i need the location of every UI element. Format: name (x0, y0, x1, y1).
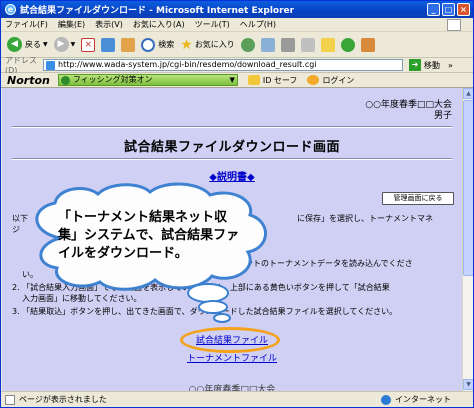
divider (12, 158, 452, 160)
go-arrow-icon: ➜ (409, 59, 421, 71)
scroll-down-icon[interactable]: ▼ (463, 379, 473, 390)
favorites-label: お気に入り (194, 40, 235, 49)
id-safe-button[interactable]: ID セーフ (247, 75, 298, 86)
star-icon: ★ (180, 36, 193, 53)
menu-view[interactable]: 表示(V) (95, 19, 123, 30)
id-safe-label: ID セーフ (262, 75, 298, 85)
callout-text: 「トーナメント結果ネット収集」システムで、試合結果ファイルをダウンロード。 (58, 210, 240, 261)
page-title: 試合結果ファイルダウンロード画面 (123, 140, 340, 155)
address-input[interactable]: http://www.wada-system.jp/cgi-bin/resdem… (43, 59, 403, 71)
links-chevron[interactable]: » (448, 61, 453, 70)
menu-tools[interactable]: ツール(T) (195, 19, 230, 30)
menu-edit[interactable]: 編集(E) (58, 19, 85, 30)
home-button[interactable] (121, 37, 136, 52)
refresh-icon (101, 37, 116, 52)
history-button[interactable] (240, 37, 255, 52)
search-label: 検索 (158, 40, 175, 49)
instruction-step-3: 3. 「結果取込」ボタンを押し、出てきた画面で、ダウンロードした試合結果ファイル… (12, 307, 398, 316)
instruction-text-a-right: に保存」を選択し、トーナメントマネ (297, 214, 433, 223)
zone-label: インターネット (395, 395, 451, 404)
menu-favorites[interactable]: お気に入り(A) (133, 19, 185, 30)
stop-button[interactable]: × (81, 37, 96, 52)
phishing-protection-dropdown[interactable]: フィッシング対策オン ▼ (57, 74, 238, 86)
back-arrow-icon: ◀ (7, 37, 22, 52)
go-label: 移動 (424, 60, 440, 70)
chevron-down-icon: ▼ (43, 41, 48, 48)
stop-icon: × (81, 37, 96, 52)
vertical-scrollbar[interactable]: ▲ ▼ (462, 88, 473, 391)
forward-arrow-icon: ▶ (53, 37, 69, 52)
mail-button[interactable] (260, 37, 275, 52)
menu-bar: ファイル(F) 編集(E) 表示(V) お気に入り(A) ツール(T) ヘルプ(… (1, 18, 473, 32)
title-bar: e 試合結果ファイルダウンロード - Microsoft Internet Ex… (1, 1, 473, 18)
instruction-step-2b: 入力画面」に移動してください。 (22, 294, 142, 303)
highlight-oval (180, 327, 280, 353)
notes-button[interactable] (320, 37, 335, 52)
status-text: ページが表示されました (19, 395, 107, 404)
instruction-text-a-left: 以下 (12, 214, 28, 223)
instruction-text-b-left: ジ (12, 225, 20, 234)
manual-link[interactable]: ◆説明書◆ (2, 168, 462, 183)
login-icon (307, 75, 320, 85)
home-icon (121, 37, 136, 52)
close-button[interactable]: × (457, 3, 470, 16)
page-icon (46, 61, 55, 70)
back-button[interactable]: ◀ 戻る ▼ (7, 37, 48, 52)
edit-button[interactable] (300, 37, 315, 52)
phishing-label: フィッシング対策オン (72, 75, 153, 84)
address-bar: アドレス(D) http://www.wada-system.jp/cgi-bi… (1, 56, 473, 75)
login-button[interactable]: ログイン (307, 75, 354, 86)
print-icon (280, 37, 295, 52)
history-icon (240, 37, 255, 52)
instruction-step-2: 2. 「試合結果入力画面」でない画面を表示している場合は、上部にある黄色いボタン… (12, 283, 390, 292)
messenger-icon (340, 37, 355, 52)
tournament-line-2: 男子 (433, 111, 452, 121)
messenger-button[interactable] (340, 37, 355, 52)
edit-icon (300, 37, 315, 52)
back-label: 戻る (25, 40, 41, 49)
menu-help[interactable]: ヘルプ(H) (240, 19, 276, 30)
norton-logo: Norton (7, 73, 50, 87)
tournament-name: ○○年度春季□□大会 男子 (365, 100, 452, 122)
address-url: http://www.wada-system.jp/cgi-bin/resdem… (58, 60, 317, 69)
instruction-text-c-right: メントのトーナメントデータを読み込んでくださ (237, 259, 413, 268)
chevron-down-icon: ▼ (70, 41, 76, 48)
search-button[interactable]: 検索 (141, 37, 175, 52)
minimize-button[interactable]: _ (427, 3, 440, 16)
toolbar: ◀ 戻る ▼ ▶ ▼ × 検索 ★ お気に入り (1, 32, 473, 58)
check-icon (60, 76, 70, 85)
search-icon (141, 37, 156, 52)
id-safe-icon (247, 75, 260, 85)
maximize-button[interactable]: □ (442, 3, 455, 16)
security-zone: インターネット (381, 394, 451, 405)
scroll-thumb[interactable] (463, 100, 473, 276)
go-button[interactable]: ➜ 移動 (409, 59, 440, 71)
refresh-button[interactable] (101, 37, 116, 52)
print-button[interactable] (280, 37, 295, 52)
norton-toolbar: Norton フィッシング対策オン ▼ ID セーフ ログイン (1, 73, 473, 88)
footer-tournament-name: ○○年度春季□□大会 (188, 385, 276, 391)
menu-file[interactable]: ファイル(F) (5, 19, 48, 30)
windows-flag-icon (447, 19, 461, 31)
divider (12, 126, 452, 128)
tournament-line-1: ○○年度春季□□大会 (365, 100, 452, 110)
status-bar: ページが表示されました インターネット (1, 391, 473, 407)
back-to-admin-button[interactable]: 管理画面に戻る (382, 192, 454, 205)
forward-button[interactable]: ▶ ▼ (53, 37, 76, 52)
chevron-down-icon: ▼ (229, 76, 235, 84)
instruction-text-c-tail: い。 (22, 270, 38, 279)
mail-icon (260, 37, 275, 52)
research-button[interactable] (360, 37, 375, 52)
scroll-up-icon[interactable]: ▲ (463, 88, 473, 99)
notes-icon (320, 37, 335, 52)
page-done-icon (5, 394, 15, 405)
login-label: ログイン (322, 75, 355, 85)
window-title: 試合結果ファイルダウンロード - Microsoft Internet Expl… (20, 6, 295, 16)
ie-icon: e (5, 4, 16, 15)
favorites-button[interactable]: ★ お気に入り (180, 37, 235, 53)
research-icon (360, 37, 375, 52)
globe-icon (381, 394, 391, 405)
address-label: アドレス(D) (5, 56, 37, 75)
